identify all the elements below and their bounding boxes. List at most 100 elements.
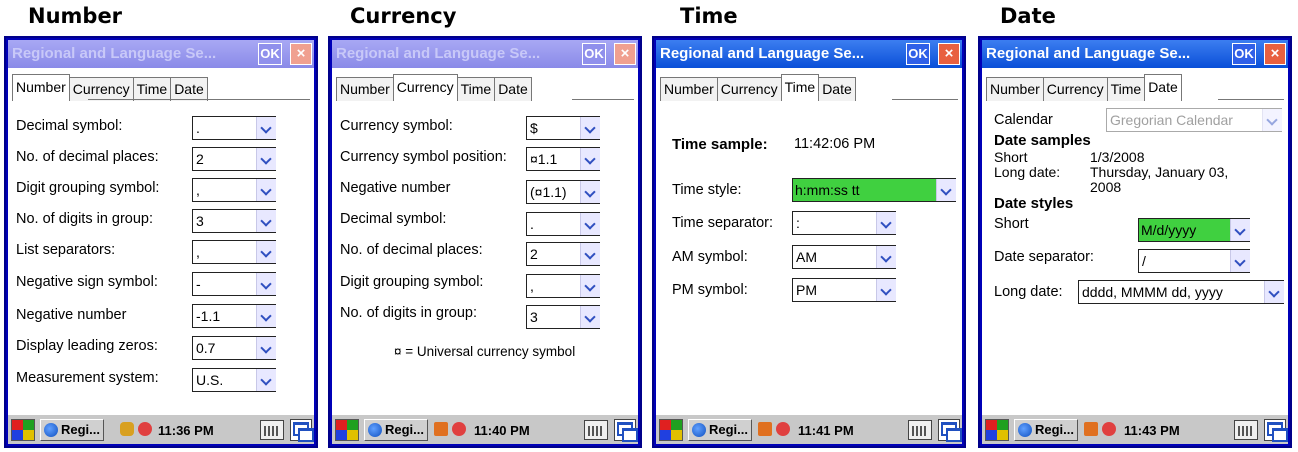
clock[interactable]: 11:40 PM: [474, 423, 530, 438]
list-separator-combo[interactable]: ,: [192, 240, 276, 264]
tab-time[interactable]: Time: [456, 77, 496, 101]
am-symbol-combo[interactable]: AM: [792, 245, 896, 269]
chevron-down-icon[interactable]: [936, 179, 956, 201]
tab-date[interactable]: Date: [494, 77, 532, 101]
measurement-system-combo[interactable]: U.S.: [192, 368, 276, 392]
leading-zeros-combo[interactable]: 0.7: [192, 336, 276, 360]
chevron-down-icon[interactable]: [580, 213, 600, 235]
tray-icon[interactable]: [434, 422, 448, 436]
chevron-down-icon[interactable]: [876, 212, 896, 234]
decimal-symbol-combo[interactable]: .: [192, 116, 276, 140]
ok-button[interactable]: OK: [906, 43, 930, 65]
chevron-down-icon[interactable]: [256, 179, 276, 201]
tab-date[interactable]: Date: [818, 77, 856, 101]
symbol-position-combo[interactable]: ¤1.1: [526, 147, 600, 171]
chevron-down-icon[interactable]: [1230, 250, 1250, 272]
keyboard-icon[interactable]: [908, 420, 932, 440]
chevron-down-icon[interactable]: [256, 369, 276, 391]
start-icon[interactable]: [659, 419, 683, 441]
tab-time[interactable]: Time: [132, 77, 172, 101]
chevron-down-icon[interactable]: [1262, 109, 1282, 131]
tab-date[interactable]: Date: [1144, 74, 1182, 101]
long-date-style-combo[interactable]: dddd, MMMM dd, yyyy: [1078, 280, 1284, 304]
ok-button[interactable]: OK: [258, 43, 282, 65]
taskbar-app-button[interactable]: Regi...: [364, 419, 428, 441]
clock[interactable]: 11:41 PM: [798, 423, 854, 438]
chevron-down-icon[interactable]: [580, 306, 600, 328]
taskbar-app-button[interactable]: Regi...: [40, 419, 104, 441]
chevron-down-icon[interactable]: [256, 241, 276, 263]
negative-sign-combo[interactable]: -: [192, 272, 276, 296]
decimal-places-combo[interactable]: 2: [526, 242, 600, 266]
currency-symbol-combo[interactable]: $: [526, 116, 600, 140]
tray-icon[interactable]: [758, 422, 772, 436]
chevron-down-icon[interactable]: [1264, 281, 1284, 303]
ok-button[interactable]: OK: [1232, 43, 1256, 65]
chevron-down-icon[interactable]: [256, 117, 276, 139]
chevron-down-icon[interactable]: [580, 181, 600, 203]
tray-icon[interactable]: [1102, 422, 1116, 436]
chevron-down-icon[interactable]: [256, 148, 276, 170]
close-button[interactable]: ×: [290, 43, 312, 65]
taskbar-app-button[interactable]: Regi...: [1014, 419, 1078, 441]
keyboard-icon[interactable]: [584, 420, 608, 440]
decimal-symbol-combo[interactable]: .: [526, 212, 600, 236]
time-style-combo[interactable]: h:mm:ss tt: [792, 178, 956, 202]
digits-in-group-combo[interactable]: 3: [526, 305, 600, 329]
tab-date[interactable]: Date: [170, 77, 208, 101]
keyboard-icon[interactable]: [1234, 420, 1258, 440]
tab-number[interactable]: Number: [660, 77, 718, 101]
calendar-combo[interactable]: Gregorian Calendar: [1106, 108, 1282, 132]
chevron-down-icon[interactable]: [876, 246, 896, 268]
clock[interactable]: 11:43 PM: [1124, 423, 1180, 438]
chevron-down-icon[interactable]: [256, 210, 276, 232]
keyboard-icon[interactable]: [260, 420, 284, 440]
tray-icon[interactable]: [452, 422, 466, 436]
negative-number-combo[interactable]: (¤1.1): [526, 180, 600, 204]
windows-icon[interactable]: [290, 419, 314, 442]
digit-grouping-combo[interactable]: ,: [526, 274, 600, 298]
short-date-style-combo[interactable]: M/d/yyyy: [1138, 218, 1250, 242]
decimal-places-combo[interactable]: 2: [192, 147, 276, 171]
tab-number[interactable]: Number: [336, 77, 394, 101]
close-button[interactable]: ×: [614, 43, 636, 65]
negative-number-combo[interactable]: -1.1: [192, 304, 276, 328]
chevron-down-icon[interactable]: [580, 148, 600, 170]
tab-number[interactable]: Number: [986, 77, 1044, 101]
tray-icon[interactable]: [1084, 422, 1098, 436]
start-icon[interactable]: [335, 419, 359, 441]
tab-time[interactable]: Time: [1106, 77, 1146, 101]
start-icon[interactable]: [985, 419, 1009, 441]
close-button[interactable]: ×: [938, 43, 960, 65]
tray-icon[interactable]: [138, 422, 152, 436]
date-separator-combo[interactable]: /: [1138, 249, 1250, 273]
chevron-down-icon[interactable]: [1230, 219, 1250, 241]
chevron-down-icon[interactable]: [876, 279, 896, 301]
close-button[interactable]: ×: [1264, 43, 1286, 65]
windows-icon[interactable]: [1264, 419, 1288, 442]
ok-button[interactable]: OK: [582, 43, 606, 65]
chevron-down-icon[interactable]: [256, 305, 276, 327]
chevron-down-icon[interactable]: [256, 337, 276, 359]
tray-icon[interactable]: [776, 422, 790, 436]
chevron-down-icon[interactable]: [580, 117, 600, 139]
chevron-down-icon[interactable]: [256, 273, 276, 295]
pm-symbol-combo[interactable]: PM: [792, 278, 896, 302]
digit-grouping-combo[interactable]: ,: [192, 178, 276, 202]
chevron-down-icon[interactable]: [580, 275, 600, 297]
digits-in-group-combo[interactable]: 3: [192, 209, 276, 233]
tab-time[interactable]: Time: [780, 74, 820, 101]
tray-icon[interactable]: [120, 422, 134, 436]
tab-currency[interactable]: Currency: [68, 77, 134, 101]
chevron-down-icon[interactable]: [580, 243, 600, 265]
tab-currency[interactable]: Currency: [392, 74, 458, 101]
windows-icon[interactable]: [938, 419, 962, 442]
start-icon[interactable]: [11, 419, 35, 441]
clock[interactable]: 11:36 PM: [158, 423, 214, 438]
tab-number[interactable]: Number: [12, 74, 70, 101]
taskbar-app-button[interactable]: Regi...: [688, 419, 752, 441]
windows-icon[interactable]: [614, 419, 638, 442]
time-separator-combo[interactable]: :: [792, 211, 896, 235]
tab-currency[interactable]: Currency: [716, 77, 782, 101]
tab-currency[interactable]: Currency: [1042, 77, 1108, 101]
